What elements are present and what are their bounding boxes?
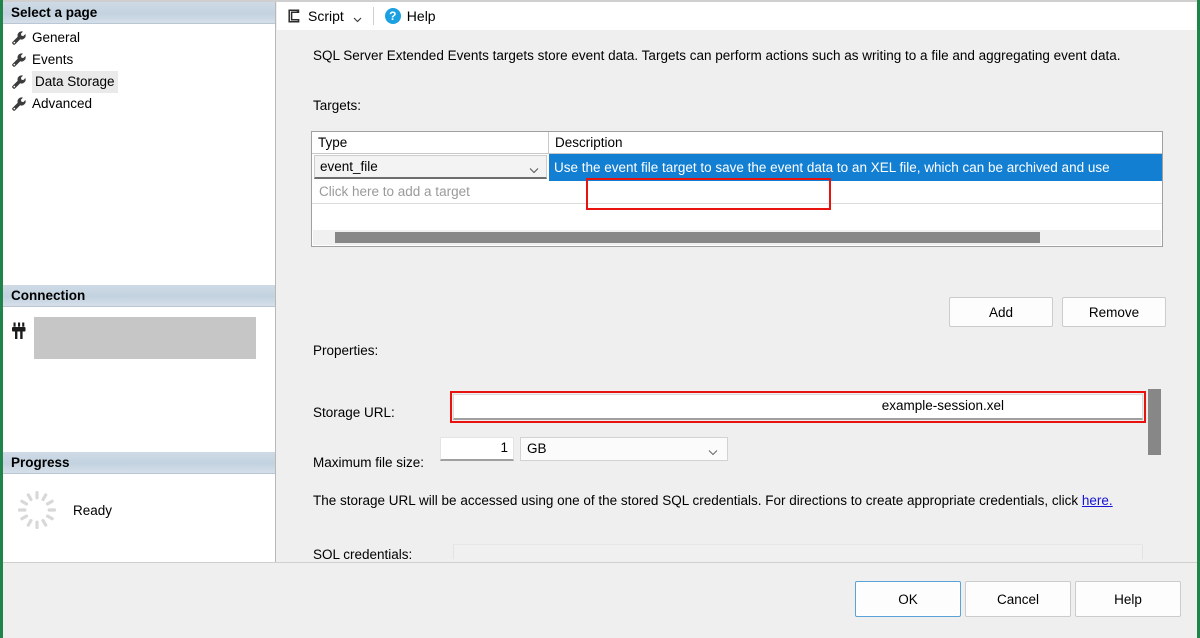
select-page-header: Select a page: [3, 2, 275, 24]
wrench-icon: [11, 74, 27, 90]
toolbar: Script ? Help: [277, 2, 1197, 31]
help-button[interactable]: ? Help: [381, 3, 440, 29]
footer: OK Cancel Help: [3, 563, 1197, 635]
wrench-icon: [11, 96, 27, 112]
sidebar-item-general[interactable]: General: [3, 27, 275, 49]
sidebar: Select a page General E: [3, 2, 276, 562]
target-type-cell[interactable]: event_file: [312, 154, 549, 181]
progress-header: Progress: [3, 452, 275, 474]
credentials-note-text: The storage URL will be accessed using o…: [313, 493, 1082, 508]
script-label: Script: [308, 8, 344, 24]
target-description-cell: Use the event file target to save the ev…: [549, 154, 1162, 181]
cancel-button[interactable]: Cancel: [965, 581, 1071, 617]
sidebar-item-events[interactable]: Events: [3, 49, 275, 71]
script-icon: [286, 8, 302, 24]
max-file-size-label: Maximum file size:: [313, 455, 424, 470]
target-type-combobox[interactable]: event_file: [314, 155, 547, 179]
connection-section: Connection: [3, 285, 275, 359]
column-header-description[interactable]: Description: [549, 132, 1162, 153]
main-pane: Script ? Help SQL Server Extended Events…: [277, 2, 1197, 562]
plug-icon: [9, 321, 29, 341]
dialog-window: Select a page General E: [0, 0, 1200, 638]
max-file-size-input[interactable]: 1: [440, 437, 514, 461]
column-header-type[interactable]: Type: [312, 132, 549, 153]
wrench-icon: [11, 52, 27, 68]
chevron-down-icon[interactable]: [708, 445, 718, 454]
horizontal-scrollbar[interactable]: [313, 230, 1161, 245]
vertical-scrollbar-thumb[interactable]: [1148, 389, 1161, 455]
max-file-size-unit-combobox[interactable]: GB: [520, 437, 728, 461]
connection-body: [3, 307, 275, 359]
sidebar-item-label: General: [32, 27, 80, 49]
toolbar-separator: [373, 7, 374, 25]
progress-section: Progress: [3, 452, 275, 532]
remove-button[interactable]: Remove: [1062, 297, 1166, 327]
targets-grid-header: Type Description: [312, 132, 1162, 154]
add-target-placeholder-row[interactable]: Click here to add a target: [312, 181, 1162, 204]
sidebar-item-data-storage[interactable]: Data Storage: [3, 71, 275, 93]
progress-status: Ready: [73, 503, 112, 518]
sql-credentials-input[interactable]: [453, 544, 1143, 559]
max-file-size-unit-value: GB: [521, 438, 727, 460]
content-area: SQL Server Extended Events targets store…: [277, 30, 1197, 562]
targets-label: Targets:: [313, 98, 361, 113]
ok-button[interactable]: OK: [855, 581, 961, 617]
progress-body: Ready: [3, 474, 275, 532]
properties-label: Properties:: [313, 343, 378, 358]
storage-url-input[interactable]: example-session.xel: [453, 394, 1143, 420]
connection-server-value: [34, 317, 256, 359]
help-label: Help: [407, 8, 436, 24]
question-mark-icon: ?: [385, 8, 401, 24]
here-link[interactable]: here.: [1082, 493, 1113, 508]
target-type-value: event_file: [315, 156, 546, 178]
connection-header: Connection: [3, 285, 275, 307]
storage-url-label: Storage URL:: [313, 405, 395, 420]
sidebar-item-advanced[interactable]: Advanced: [3, 93, 275, 115]
intro-text: SQL Server Extended Events targets store…: [313, 46, 1158, 65]
page-list: General Events Data St: [3, 24, 275, 115]
sql-credentials-label: SQL credentials:: [313, 547, 412, 559]
sidebar-item-label: Data Storage: [32, 71, 118, 93]
wrench-icon: [11, 30, 27, 46]
script-button[interactable]: Script: [282, 3, 366, 29]
sidebar-item-label: Events: [32, 49, 73, 71]
chevron-down-icon[interactable]: [529, 163, 539, 172]
add-button[interactable]: Add: [949, 297, 1053, 327]
credentials-note: The storage URL will be accessed using o…: [313, 491, 1128, 510]
horizontal-scrollbar-thumb[interactable]: [335, 232, 1040, 243]
sidebar-item-label: Advanced: [32, 93, 92, 115]
vertical-scrollbar[interactable]: [1148, 337, 1161, 529]
targets-grid[interactable]: Type Description event_file Use the even…: [311, 131, 1163, 247]
table-row[interactable]: event_file Use the event file target to …: [312, 154, 1162, 181]
chevron-down-icon[interactable]: [353, 12, 362, 21]
help-footer-button[interactable]: Help: [1075, 581, 1181, 617]
properties-scroll-area: Storage URL: example-session.xel Maximum…: [311, 367, 1163, 559]
spinner-icon: [15, 488, 59, 532]
